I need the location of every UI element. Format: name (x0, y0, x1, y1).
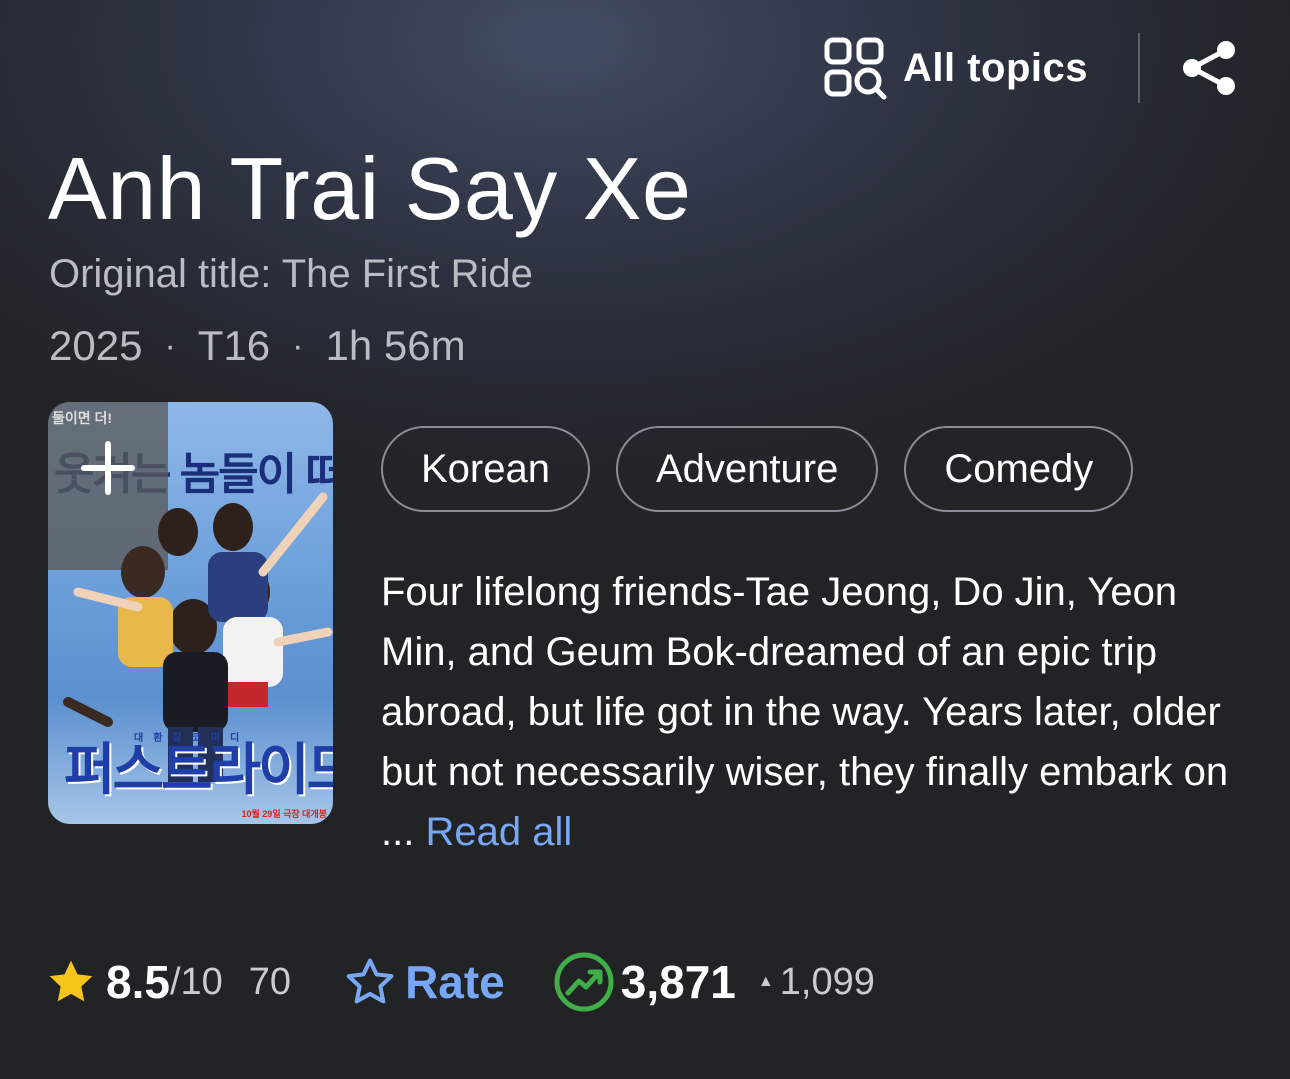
plot-description: Four lifelong friends-Tae Jeong, Do Jin,… (381, 562, 1261, 862)
genre-chip-comedy[interactable]: Comedy (904, 426, 1134, 512)
rating-max: /10 (169, 960, 223, 1003)
genre-chips: Korean Adventure Comedy (381, 426, 1134, 512)
original-title: Original title: The First Ride (49, 252, 533, 296)
content-rating: T16 (197, 322, 271, 369)
genre-chip-korean[interactable]: Korean (381, 426, 590, 512)
all-topics-button[interactable]: All topics (823, 36, 1088, 100)
movie-poster[interactable]: 웃겨는 놈들이 떠난다! 둘이면 더! 대환장코미디 퍼스트라이드 10월 29… (48, 402, 333, 824)
popularity-change-value: 1,099 (779, 960, 875, 1003)
all-topics-label: All topics (902, 45, 1088, 90)
genre-chip-adventure[interactable]: Adventure (615, 426, 879, 512)
star-filled-icon (49, 960, 93, 1002)
poster-release-date: 10월 29일 극장 대개봉 (241, 809, 327, 819)
popularity: 3,871 ▲ 1,099 (553, 951, 875, 1013)
popularity-rank: 3,871 (620, 956, 736, 1008)
stats-bar: 8.5 /10 70 Rate 3,871 ▲ 1,099 (44, 948, 875, 1016)
read-all-link[interactable]: Read all (425, 810, 572, 854)
popularity-change: ▲ 1,099 (758, 961, 875, 1004)
grid-search-icon (824, 37, 887, 100)
movie-meta: 2025 · T16 · 1h 56m (49, 322, 466, 370)
rate-button[interactable]: Rate (343, 955, 505, 1009)
meta-separator: · (164, 326, 176, 365)
star-outline-icon (346, 958, 394, 1004)
poster-korean-title: 퍼스트라이드 (64, 738, 333, 801)
vote-count: 70 (248, 960, 292, 1003)
release-year: 2025 (49, 322, 143, 369)
top-bar: All topics (823, 32, 1240, 104)
page-title: Anh Trai Say Xe (48, 139, 692, 238)
caret-up-icon: ▲ (757, 973, 774, 990)
share-icon[interactable] (1180, 38, 1240, 98)
header-divider (1138, 33, 1140, 103)
rating-value: 8.5 (106, 956, 170, 1008)
runtime: 1h 56m (325, 322, 466, 369)
trending-up-icon (554, 952, 614, 1012)
rate-label: Rate (405, 956, 505, 1008)
meta-separator: · (292, 326, 304, 365)
